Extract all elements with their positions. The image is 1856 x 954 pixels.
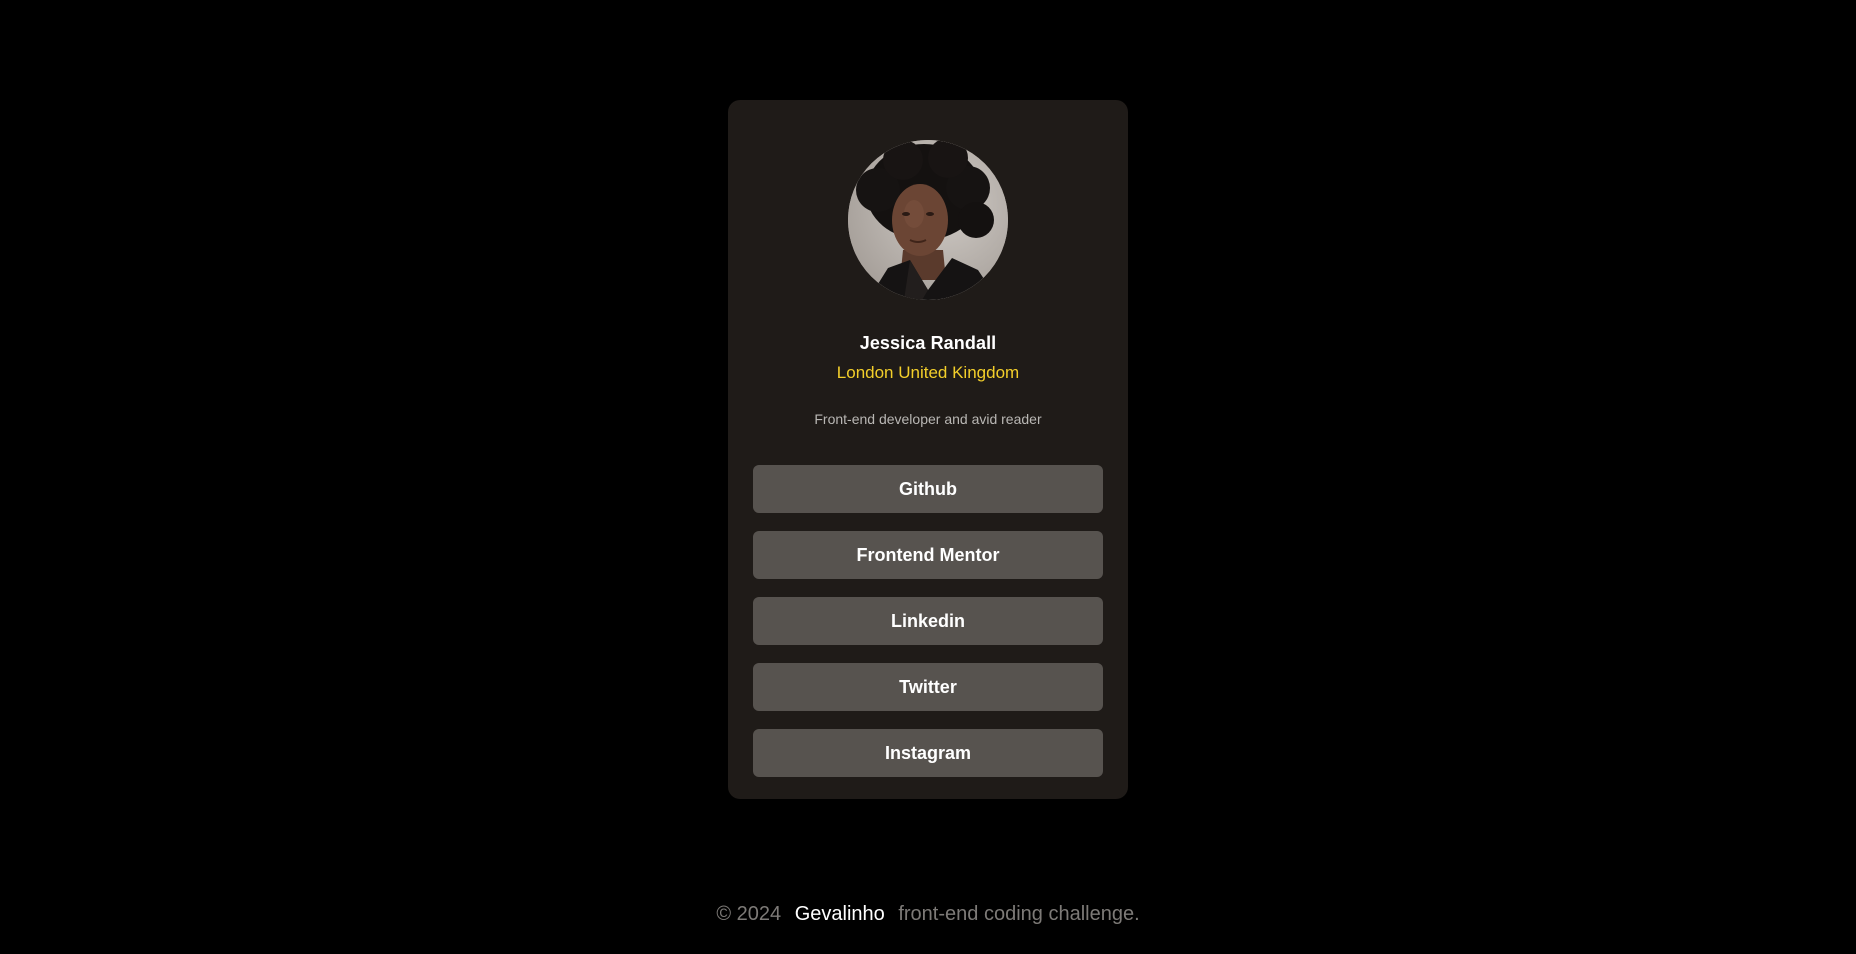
avatar xyxy=(848,140,1008,300)
social-links: Github Frontend Mentor Linkedin Twitter … xyxy=(753,465,1103,777)
footer: © 2024 Gevalinho front-end coding challe… xyxy=(0,900,1856,928)
frontend-mentor-button[interactable]: Frontend Mentor xyxy=(753,531,1103,579)
footer-suffix: front-end coding challenge. xyxy=(898,903,1140,925)
page: Jessica Randall London United Kingdom Fr… xyxy=(0,0,1856,954)
twitter-button[interactable]: Twitter xyxy=(753,663,1103,711)
github-button[interactable]: Github xyxy=(753,465,1103,513)
footer-author-link[interactable]: Gevalinho xyxy=(795,903,885,925)
instagram-button[interactable]: Instagram xyxy=(753,729,1103,777)
profile-bio: Front-end developer and avid reader xyxy=(814,411,1042,427)
profile-name: Jessica Randall xyxy=(859,333,997,353)
footer-copyright: © 2024 xyxy=(716,903,782,925)
profile-photo-icon xyxy=(848,140,1008,300)
profile-card: Jessica Randall London United Kingdom Fr… xyxy=(728,100,1128,799)
linkedin-button[interactable]: Linkedin xyxy=(753,597,1103,645)
profile-location: London United Kingdom xyxy=(836,363,1020,382)
